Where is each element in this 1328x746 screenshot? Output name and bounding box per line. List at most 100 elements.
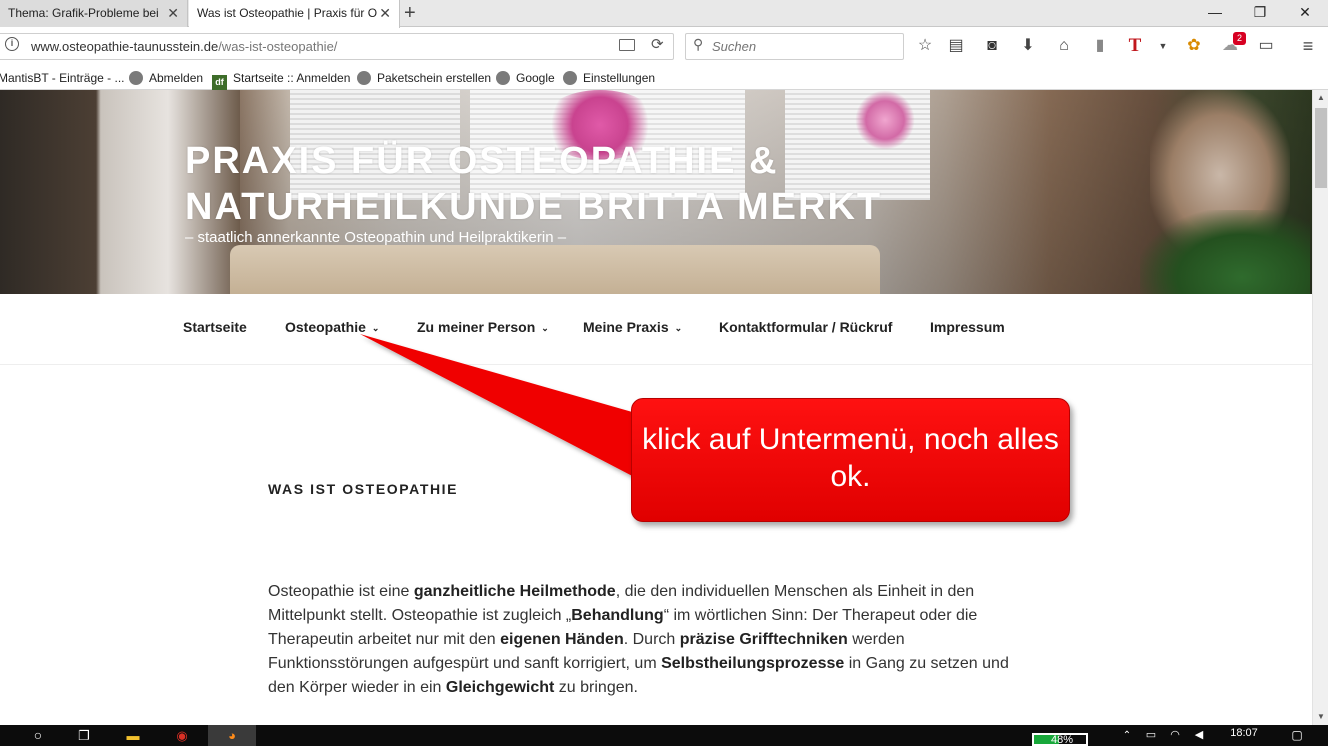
scroll-up-icon[interactable]: ▲ — [1313, 90, 1328, 106]
bold-text: ganzheitliche Heilmethode — [413, 583, 616, 600]
tray-chevron-icon[interactable]: ⌃ — [1118, 725, 1136, 746]
tab-title: Thema: Grafik-Probleme bei — [8, 6, 159, 20]
action-center-icon[interactable]: ▢ — [1284, 725, 1310, 746]
battery-percent: 48% — [1050, 734, 1074, 746]
nav-label: Impressum — [930, 319, 1005, 335]
bookmark-label: MantisBT - Einträge - ... — [0, 71, 125, 85]
url-text[interactable]: www.osteopathie-taunusstein.de/was-ist-o… — [31, 39, 337, 54]
tab-grafik-probleme[interactable]: Thema: Grafik-Probleme bei ✕ — [0, 0, 188, 27]
bold-text: Behandlung — [571, 607, 664, 624]
bookmark-startseite[interactable]: df Startseite :: Anmelden — [212, 70, 351, 90]
dropdown-icon[interactable]: ▼ — [1152, 35, 1174, 57]
wifi-icon[interactable]: ◠ — [1166, 725, 1184, 746]
bookmark-mantisbt[interactable]: MantisBT - Einträge - ... — [0, 70, 125, 86]
nav-label: Startseite — [183, 319, 247, 335]
chrome-icon[interactable]: ◉ — [165, 725, 199, 746]
bookmark-google[interactable]: Google — [496, 70, 555, 86]
reading-list-icon[interactable]: ▤ — [945, 35, 967, 57]
globe-icon — [563, 71, 577, 85]
bookmark-label: Startseite :: Anmelden — [233, 71, 351, 85]
url-bar[interactable]: i www.osteopathie-taunusstein.de/was-ist… — [0, 33, 674, 60]
bookmark-label: Google — [516, 71, 555, 85]
chevron-down-icon: ⌄ — [541, 323, 549, 333]
library-icon[interactable]: ▮ — [1089, 35, 1111, 57]
nav-label: Osteopathie — [285, 319, 366, 335]
minimize-button[interactable]: — — [1192, 0, 1238, 27]
scrollbar-thumb[interactable] — [1315, 108, 1327, 188]
page-viewport: Praxis für Osteopathie & Naturheilkunde … — [0, 90, 1312, 725]
bold-text: Selbstheilungsprozesse — [661, 655, 845, 672]
bookmarks-bar: MantisBT - Einträge - ... Abmelden df Sta… — [0, 66, 1328, 90]
nav-startseite[interactable]: Startseite — [183, 319, 247, 335]
volume-icon[interactable]: ◀ — [1190, 725, 1208, 746]
nav-meine-praxis[interactable]: Meine Praxis ⌄ — [583, 319, 682, 335]
tray-device-icon[interactable]: ▭ — [1142, 725, 1160, 746]
extension-icon[interactable]: ✿ — [1183, 35, 1205, 57]
menu-icon[interactable]: ≡ — [1297, 35, 1319, 57]
bookmark-star-icon[interactable]: ☆ — [914, 35, 936, 57]
site-info-icon[interactable]: i — [5, 37, 19, 51]
url-path: /was-ist-osteopathie/ — [218, 39, 338, 54]
reader-view-icon[interactable] — [619, 39, 635, 51]
chevron-down-icon: ⌄ — [371, 323, 380, 333]
taskbar-clock[interactable]: 18:07 — [1222, 727, 1266, 739]
bookmark-paketschein[interactable]: Paketschein erstellen — [357, 70, 491, 86]
annotation-callout: klick auf Untermenü, noch alles ok. — [631, 398, 1070, 522]
battery-indicator[interactable]: 48% — [1032, 733, 1088, 746]
bold-text: präzise Grifftechniken — [679, 631, 848, 648]
navigation-toolbar: i www.osteopathie-taunusstein.de/was-ist… — [0, 28, 1328, 66]
nav-osteopathie[interactable]: Osteopathie ⌄ — [285, 319, 379, 335]
bold-text: eigenen Händen — [500, 631, 624, 648]
close-tab-icon[interactable]: ✕ — [379, 0, 391, 27]
page-scrollbar[interactable]: ▲ ▼ — [1312, 90, 1328, 725]
search-icon: ⚲ — [693, 36, 704, 52]
download-icon[interactable]: ⬇ — [1017, 35, 1039, 57]
bold-text: Gleichgewicht — [445, 679, 555, 696]
nav-impressum[interactable]: Impressum — [930, 319, 1005, 335]
nav-label: Zu meiner Person — [417, 319, 536, 335]
file-explorer-icon[interactable]: ▬ — [116, 725, 150, 746]
home-icon[interactable]: ⌂ — [1053, 35, 1075, 57]
text-run: Osteopathie ist eine — [268, 583, 414, 600]
task-view-icon[interactable]: ❐ — [68, 725, 100, 746]
text-run: zu bringen. — [554, 679, 638, 696]
globe-icon — [496, 71, 510, 85]
site-title[interactable]: Praxis für Osteopathie & Naturheilkunde … — [185, 138, 945, 230]
translate-icon[interactable]: T — [1124, 35, 1146, 57]
bookmark-abmelden[interactable]: Abmelden — [129, 70, 203, 86]
tab-title: Was ist Osteopathie | Praxis für O — [197, 6, 378, 20]
bookmark-einstellungen[interactable]: Einstellungen — [563, 70, 655, 86]
header-plant-decoration — [1140, 210, 1310, 294]
reload-icon[interactable]: ⟳ — [651, 35, 664, 53]
windows-taskbar: ○ ❐ ▬ ◉ ◕ 48% ⌃ ▭ ◠ ◀ 18:07 ▢ — [0, 725, 1328, 746]
page-title: WAS IST OSTEOPATHIE — [268, 481, 459, 497]
bookmark-label: Einstellungen — [583, 71, 656, 85]
screen-icon[interactable]: ▭ — [1255, 35, 1277, 57]
header-image: Praxis für Osteopathie & Naturheilkunde … — [0, 90, 1312, 294]
firefox-icon: ◕ — [228, 728, 236, 743]
url-host: www.osteopathie-taunusstein.de — [31, 39, 219, 54]
text-run: . Durch — [623, 631, 680, 648]
main-navigation: Startseite Osteopathie ⌄ Zu meiner Person… — [0, 294, 1312, 365]
nav-zu-meiner-person[interactable]: Zu meiner Person ⌄ — [417, 319, 549, 335]
content-paragraph: Osteopathie ist eine ganzheitliche Heilm… — [268, 580, 1013, 700]
header-treatment-bed-decoration — [230, 245, 880, 294]
search-bar[interactable]: ⚲ — [685, 33, 904, 60]
tab-bar: Thema: Grafik-Probleme bei ✕ Was ist Ost… — [0, 0, 1328, 28]
nav-kontaktformular[interactable]: Kontaktformular / Rückruf — [719, 319, 892, 335]
pocket-icon[interactable]: ◙ — [981, 35, 1003, 57]
new-tab-button[interactable]: + — [404, 2, 416, 24]
tab-was-ist-osteopathie[interactable]: Was ist Osteopathie | Praxis für O ✕ — [189, 0, 400, 28]
bookmark-label: Abmelden — [149, 71, 204, 85]
maximize-button[interactable]: ❐ — [1237, 0, 1283, 27]
close-tab-icon[interactable]: ✕ — [167, 0, 179, 27]
scroll-down-icon[interactable]: ▼ — [1313, 709, 1328, 725]
search-icon[interactable]: ○ — [22, 725, 54, 746]
df-logo-icon: df — [212, 75, 227, 90]
notification-badge: 2 — [1233, 32, 1246, 45]
taskbar-active-item[interactable]: ◕ — [208, 725, 256, 746]
nav-label: Meine Praxis — [583, 319, 669, 335]
search-input[interactable] — [712, 39, 892, 54]
close-window-button[interactable]: ✕ — [1282, 0, 1328, 27]
site-description: – staatlich annerkannte Osteopathin und … — [185, 229, 567, 246]
